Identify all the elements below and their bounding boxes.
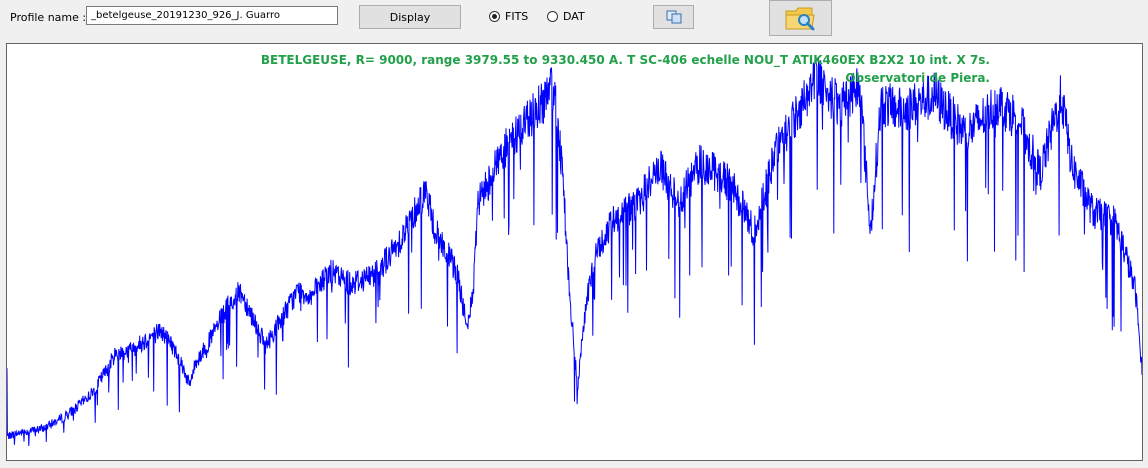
- fits-radio[interactable]: FITS: [489, 10, 528, 23]
- spectrum-chart: [7, 57, 1142, 447]
- profile-name-input[interactable]: _betelgeuse_20191230_926_J. Guarro: [86, 6, 338, 25]
- dat-radio[interactable]: DAT: [547, 10, 585, 23]
- plot-annotation-title: BETELGEUSE, R= 9000, range 3979.55 to 93…: [260, 53, 990, 67]
- plot-annotation-observatory: Observatori de Piera.: [845, 71, 990, 85]
- spectrum-plot[interactable]: BETELGEUSE, R= 9000, range 3979.55 to 93…: [6, 43, 1143, 461]
- folder-search-icon: [785, 7, 815, 31]
- toolbar: Profile name : _betelgeuse_20191230_926_…: [0, 0, 1148, 40]
- dat-radio-label: DAT: [563, 10, 585, 23]
- copy-button[interactable]: [653, 5, 694, 29]
- profile-name-label: Profile name :: [10, 11, 87, 24]
- spectrum-line: [7, 57, 1142, 447]
- display-button[interactable]: Display: [359, 5, 461, 29]
- fits-radio-indicator[interactable]: [489, 11, 500, 22]
- copy-icon: [666, 10, 681, 24]
- dat-radio-indicator[interactable]: [547, 11, 558, 22]
- fits-radio-label: FITS: [505, 10, 529, 23]
- open-file-button[interactable]: [769, 0, 832, 36]
